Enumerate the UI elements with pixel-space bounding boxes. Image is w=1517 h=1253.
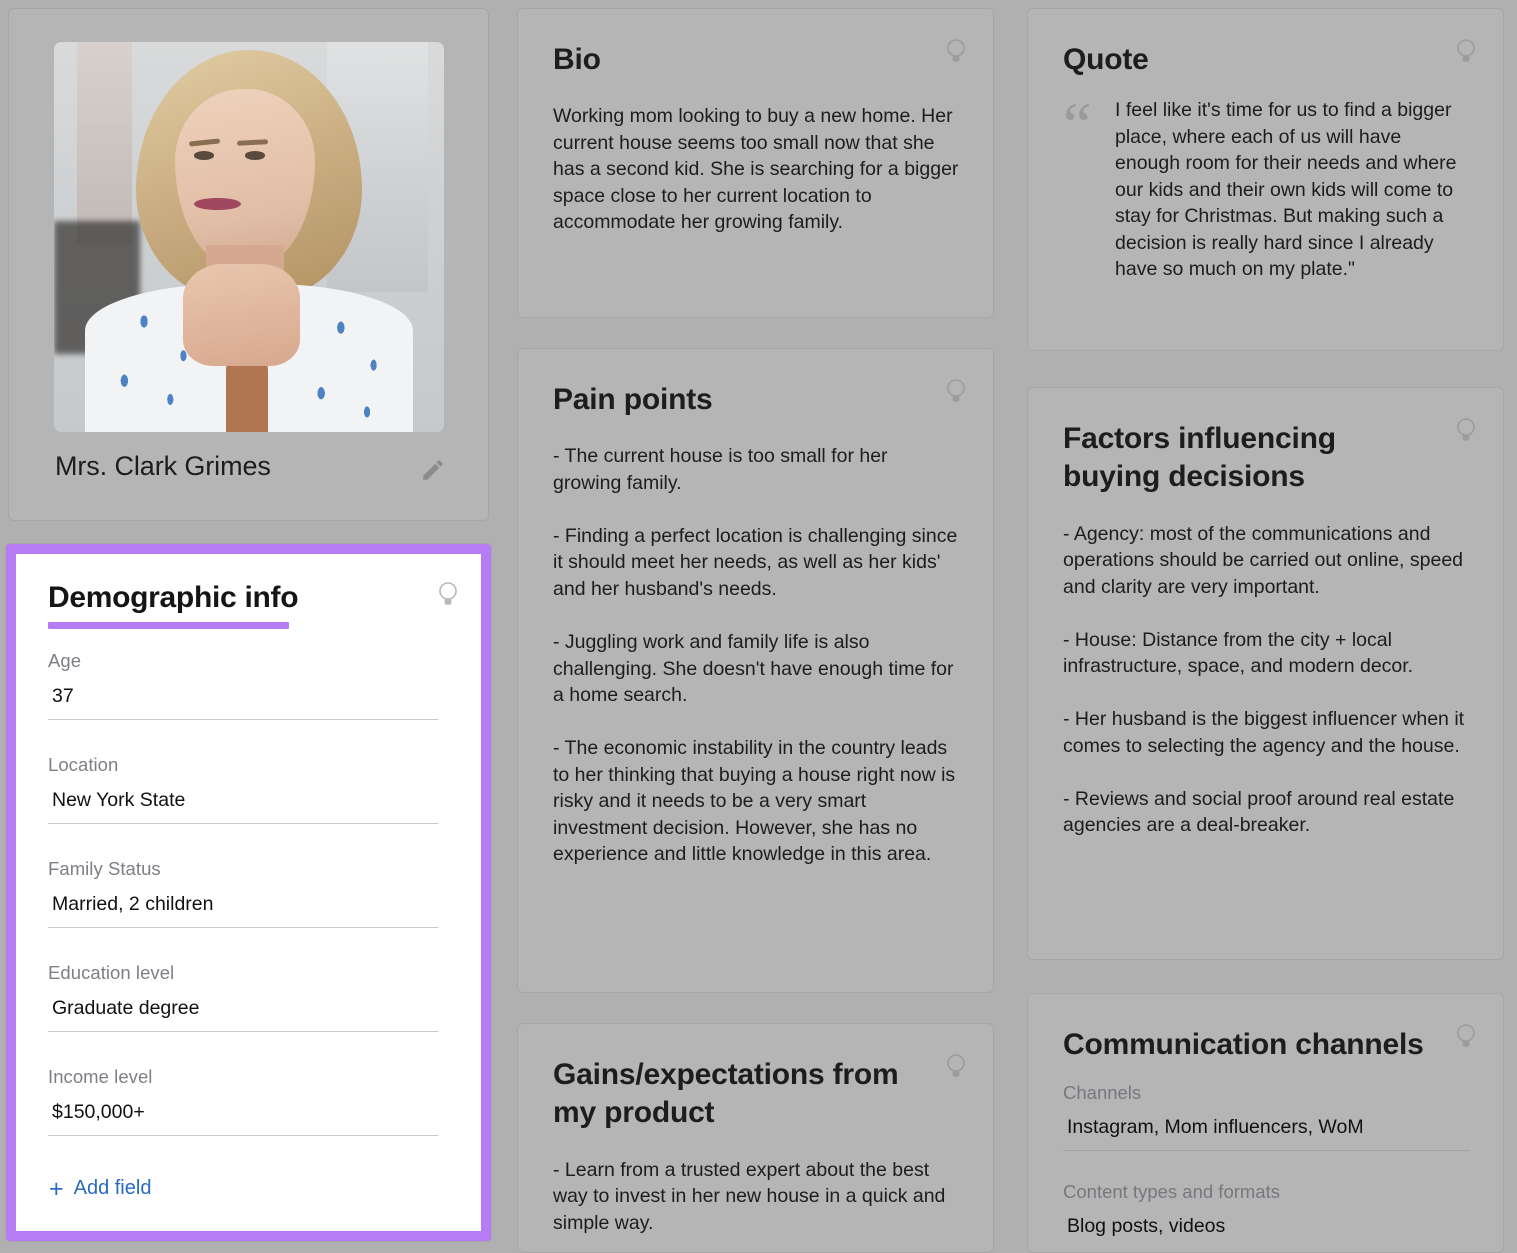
lightbulb-icon[interactable] [945,377,967,405]
add-field-label: Add field [73,1177,152,1199]
persona-profile-card: Mrs. Clark Grimes [8,8,489,521]
lightbulb-icon[interactable] [1455,1022,1477,1050]
field-label: Content types and formats [1063,1181,1280,1203]
field-value[interactable]: Instagram, Mom influencers, WoM [1063,1116,1470,1139]
lightbulb-icon[interactable] [1455,37,1477,65]
photo-brow-right [237,138,269,145]
persona-photo [54,42,444,432]
photo-eye-left [194,151,214,160]
field-divider [48,823,438,824]
field-divider [1063,1150,1470,1152]
card-title: Quote [1063,43,1149,76]
factors-text[interactable]: - Agency: most of the communications and… [1063,521,1470,839]
bio-text[interactable]: Working mom looking to buy a new home. H… [553,103,960,236]
gains-text[interactable]: - Learn from a trusted expert about the … [553,1157,960,1237]
title-underline [48,622,289,629]
bio-card: Bio Working mom looking to buy a new hom… [517,8,994,318]
quote-text[interactable]: I feel like it's time for us to find a b… [1115,97,1470,283]
demographic-info-card[interactable]: Demographic info Age 37 Location New Yor… [6,544,491,1241]
field-value[interactable]: Graduate degree [48,997,438,1020]
factors-influencing-buying-decisions-card: Factors influencing buying decisions - A… [1027,387,1504,960]
field-age[interactable]: Age 37 [48,650,438,720]
field-divider [48,927,438,928]
field-label: Income level [48,1066,153,1087]
field-label: Location [48,754,119,775]
field-value[interactable]: $150,000+ [48,1101,438,1124]
demographic-info-title: Demographic info [48,581,299,614]
card-title: Pain points [553,383,713,416]
field-location[interactable]: Location New York State [48,754,438,824]
card-title: Bio [553,43,601,76]
card-title: Gains/expectations from my product [553,1058,899,1130]
field-channels[interactable]: Channels Instagram, Mom influencers, WoM [1063,1082,1470,1152]
field-label: Channels [1063,1082,1142,1104]
field-education-level[interactable]: Education level Graduate degree [48,962,438,1032]
field-value[interactable]: 37 [48,685,438,708]
communication-channels-card: Communication channels Channels Instagra… [1027,993,1504,1253]
lightbulb-icon[interactable] [1455,416,1477,444]
field-divider [48,1135,438,1136]
card-title: Factors influencing buying decisions [1063,422,1336,494]
field-label: Age [48,650,82,671]
persona-name: Mrs. Clark Grimes [55,451,271,481]
pencil-icon[interactable] [420,457,446,483]
field-label: Family Status [48,858,161,879]
lightbulb-icon[interactable] [945,37,967,65]
card-title: Communication channels [1063,1028,1424,1061]
photo-eye-right [245,151,265,160]
field-value[interactable]: New York State [48,789,438,812]
field-value[interactable]: Married, 2 children [48,893,438,916]
pain-points-text[interactable]: - The current house is too small for her… [553,443,960,867]
field-content-types-and-formats[interactable]: Content types and formats Blog posts, vi… [1063,1181,1470,1238]
field-label: Education level [48,962,175,983]
field-income-level[interactable]: Income level $150,000+ [48,1066,438,1136]
quote-card: Quote “ I feel like it's time for us to … [1027,8,1504,351]
field-divider [48,719,438,720]
plus-icon: + [49,1174,64,1203]
lightbulb-icon[interactable] [945,1052,967,1080]
persona-board: Mrs. Clark Grimes Demographic info Age 3… [0,0,1517,1253]
add-field-button[interactable]: + Add field [49,1174,152,1203]
lightbulb-icon[interactable] [437,580,459,608]
pain-points-card: Pain points - The current house is too s… [517,348,994,993]
photo-background-left [77,42,132,245]
field-value[interactable]: Blog posts, videos [1063,1215,1470,1238]
field-divider [48,1031,438,1032]
field-family-status[interactable]: Family Status Married, 2 children [48,858,438,928]
persona-photo-image [54,42,444,432]
quote-mark-icon: “ [1063,89,1092,161]
photo-hands [182,264,300,366]
gains-expectations-card: Gains/expectations from my product - Lea… [517,1023,994,1253]
